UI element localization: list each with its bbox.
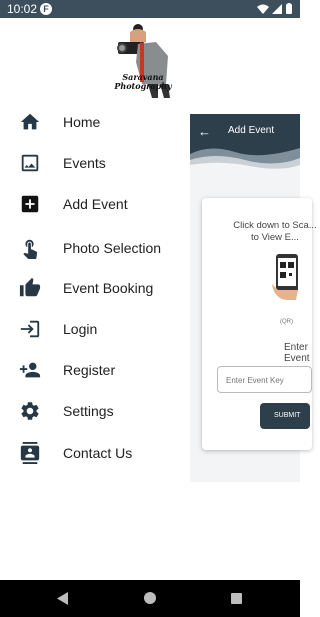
system-navigation-bar bbox=[0, 580, 300, 617]
touch-icon bbox=[19, 237, 41, 259]
contact-icon bbox=[19, 442, 41, 464]
logo-line-2: Photography bbox=[114, 81, 172, 91]
menu-item-event-booking[interactable]: Event Booking bbox=[0, 268, 190, 308]
battery-icon bbox=[286, 3, 292, 14]
menu-label-add-event: Add Event bbox=[63, 196, 128, 212]
menu-label-contact-us: Contact Us bbox=[63, 445, 133, 461]
menu-item-home[interactable]: Home bbox=[0, 102, 190, 142]
gear-icon bbox=[19, 400, 41, 422]
nav-recents-icon[interactable] bbox=[231, 593, 242, 604]
scan-instruction: Click down to Sca... to View E... bbox=[233, 220, 317, 243]
menu-label-login: Login bbox=[63, 321, 98, 337]
background-card: Click down to Sca... to View E... (QR) E… bbox=[202, 198, 317, 450]
enter-event-label: Enter Event bbox=[284, 342, 310, 364]
submit-button: SUBMIT bbox=[260, 403, 310, 429]
background-app-bar: ← Add Event bbox=[190, 114, 300, 170]
login-icon bbox=[19, 318, 41, 340]
menu-item-login[interactable]: Login bbox=[0, 309, 190, 349]
menu-item-add-event[interactable]: Add Event bbox=[0, 184, 190, 224]
back-arrow-icon: ← bbox=[198, 124, 211, 139]
menu-label-register: Register bbox=[63, 362, 116, 378]
thumb-up-icon bbox=[19, 277, 41, 299]
event-key-placeholder: Enter Event Key bbox=[226, 376, 284, 385]
app-notification-icon: F bbox=[40, 3, 52, 15]
menu-item-events[interactable]: Events bbox=[0, 143, 190, 183]
wave-decoration bbox=[190, 148, 300, 170]
logo-text: Saravana Photography bbox=[110, 73, 176, 91]
menu-label-events: Events bbox=[63, 155, 106, 171]
menu-label-photo-selection: Photo Selection bbox=[63, 240, 162, 256]
add-box-icon bbox=[19, 193, 41, 215]
person-add-icon bbox=[19, 359, 41, 381]
wifi-icon bbox=[257, 4, 269, 14]
drawer-header: Saravana Photography bbox=[0, 18, 190, 102]
menu-label-event-booking: Event Booking bbox=[63, 280, 154, 296]
status-bar: 10:02 F bbox=[0, 0, 300, 18]
background-add-event-screen: ← Add Event Click down to Sca... to View… bbox=[190, 114, 317, 482]
status-indicators bbox=[256, 3, 294, 15]
image-icon bbox=[19, 152, 41, 174]
background-title: Add Event bbox=[228, 125, 275, 136]
signal-icon bbox=[272, 4, 282, 14]
menu-item-register[interactable]: Register bbox=[0, 350, 190, 390]
event-key-input: Enter Event Key bbox=[217, 366, 312, 393]
menu-label-settings: Settings bbox=[63, 403, 114, 419]
menu-item-settings[interactable]: Settings bbox=[0, 391, 190, 431]
nav-home-icon[interactable] bbox=[144, 592, 156, 604]
menu-item-contact-us[interactable]: Contact Us bbox=[0, 433, 190, 473]
qr-phone-icon bbox=[272, 254, 298, 300]
status-time: 10:02 bbox=[7, 2, 38, 16]
qr-label: (QR) bbox=[280, 319, 293, 325]
navigation-drawer: Saravana Photography Home Events Add Eve… bbox=[0, 18, 190, 580]
menu-label-home: Home bbox=[63, 114, 101, 130]
nav-back-icon[interactable] bbox=[57, 592, 69, 605]
home-icon bbox=[19, 111, 41, 133]
menu-item-photo-selection[interactable]: Photo Selection bbox=[0, 226, 190, 270]
